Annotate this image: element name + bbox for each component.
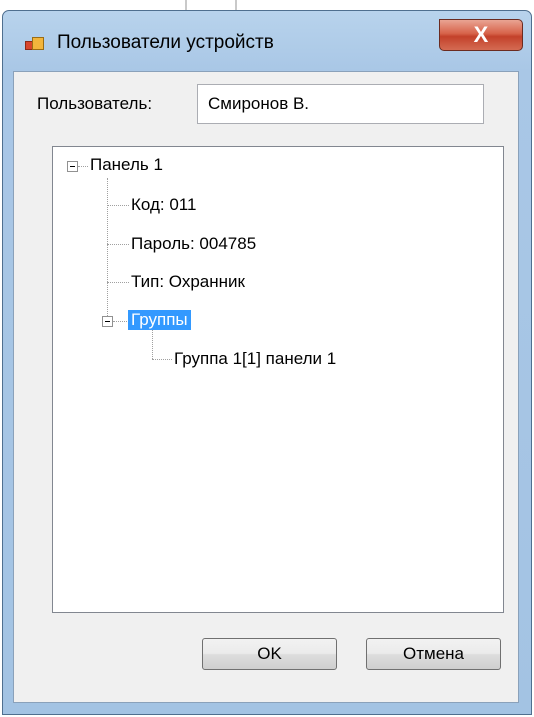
- dialog-window: Пользователи устройств X Пользователь: С…: [2, 10, 532, 715]
- close-icon: X: [473, 22, 489, 47]
- tree-node-groups[interactable]: Группы: [128, 310, 191, 330]
- title-bar[interactable]: Пользователи устройств X: [3, 11, 531, 71]
- tree-node-panel[interactable]: Панель 1: [90, 155, 163, 175]
- window-title: Пользователи устройств: [57, 32, 274, 53]
- tree-line: [113, 321, 129, 323]
- tree-line: [78, 166, 88, 168]
- cancel-button[interactable]: Отмена: [366, 638, 501, 670]
- ok-button[interactable]: OK: [202, 638, 337, 670]
- app-icon: [25, 37, 44, 51]
- dialog-body: Пользователь: Смиронов В. Панель 1 Код: …: [13, 71, 519, 703]
- collapse-icon[interactable]: [102, 316, 113, 327]
- tree-line: [107, 178, 109, 326]
- tree-line: [152, 327, 154, 359]
- tree-node-code[interactable]: Код: 011: [131, 195, 196, 215]
- user-input[interactable]: Смиронов В.: [197, 84, 484, 124]
- tree-line: [152, 359, 172, 361]
- tree-line: [107, 205, 129, 207]
- user-label: Пользователь:: [37, 94, 153, 113]
- tree-node-type[interactable]: Тип: Охранник: [131, 272, 245, 292]
- tree-node-group-item[interactable]: Группа 1[1] панели 1: [174, 349, 336, 369]
- tree-line: [107, 282, 129, 284]
- user-tree[interactable]: Панель 1 Код: 011 Пароль: 004785 Тип: Ох…: [52, 146, 504, 613]
- close-button[interactable]: X: [439, 19, 523, 51]
- tree-line: [107, 244, 129, 246]
- tree-node-password[interactable]: Пароль: 004785: [131, 234, 256, 254]
- collapse-icon[interactable]: [67, 161, 78, 172]
